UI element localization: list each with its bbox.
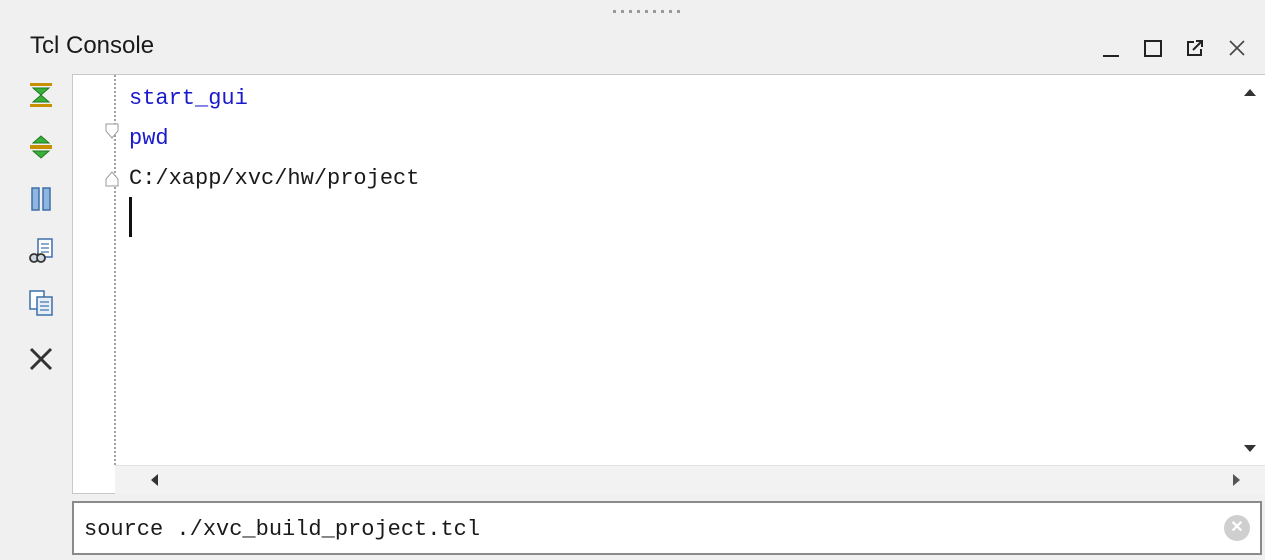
console-output[interactable]: start_gui pwd C:/xapp/xvc/hw/project <box>72 74 1265 494</box>
console-line: pwd <box>129 126 169 151</box>
console-line: C:/xapp/xvc/hw/project <box>129 166 420 191</box>
collapse-all-icon[interactable] <box>24 78 58 112</box>
tcl-command-input[interactable] <box>82 511 1206 547</box>
panel-title: Tcl Console <box>30 32 155 59</box>
fold-start-icon[interactable] <box>105 123 119 139</box>
expand-all-icon[interactable] <box>24 130 58 164</box>
minimize-icon[interactable] <box>1097 34 1125 62</box>
vertical-scrollbar[interactable] <box>1233 75 1265 465</box>
scroll-left-icon[interactable] <box>151 474 158 486</box>
find-icon[interactable] <box>24 234 58 268</box>
maximize-icon[interactable] <box>1139 34 1167 62</box>
clear-icon[interactable] <box>24 342 58 376</box>
console-line: start_gui <box>129 86 248 111</box>
resize-grip[interactable] <box>613 8 685 14</box>
clear-input-button[interactable]: ✕ <box>1224 515 1250 541</box>
tcl-command-input-box: ✕ <box>72 501 1262 555</box>
text-caret <box>129 197 132 237</box>
horizontal-scrollbar[interactable] <box>115 465 1265 494</box>
scroll-up-icon[interactable] <box>1244 89 1256 96</box>
panel-header: Tcl Console <box>0 24 1265 72</box>
scroll-down-icon[interactable] <box>1244 445 1256 452</box>
window-controls <box>1097 32 1251 64</box>
console-toolbar <box>20 78 68 378</box>
copy-icon[interactable] <box>24 286 58 320</box>
float-icon[interactable] <box>1181 34 1209 62</box>
close-icon[interactable] <box>1223 34 1251 62</box>
fold-end-icon[interactable] <box>105 171 119 187</box>
pause-icon[interactable] <box>24 182 58 216</box>
scroll-right-icon[interactable] <box>1233 474 1240 486</box>
